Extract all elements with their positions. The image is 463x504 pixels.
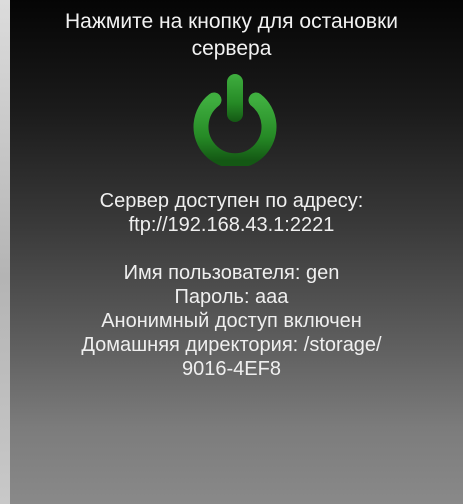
- home-directory-line-2: 9016-4EF8: [182, 358, 281, 380]
- anonymous-access-text: Анонимный доступ включен: [101, 310, 362, 332]
- server-info: Сервер доступен по адресу: ftp://192.168…: [0, 189, 463, 381]
- instruction-line-1: Нажмите на кнопку для остановки: [65, 10, 398, 33]
- instruction-line-2: сервера: [191, 37, 272, 60]
- username-text: Имя пользователя: gen: [123, 262, 340, 284]
- power-icon: [193, 74, 277, 166]
- home-directory-line-1: Домашняя директория: /storage/: [81, 334, 382, 356]
- power-button[interactable]: [190, 70, 280, 166]
- ftp-server-screen: Нажмите на кнопку для остановки сервера …: [0, 0, 463, 504]
- server-address-value: ftp://192.168.43.1:2221: [128, 214, 335, 236]
- server-address-label: Сервер доступен по адресу:: [99, 190, 364, 212]
- instruction-text: Нажмите на кнопку для остановки сервера: [0, 8, 463, 62]
- password-text: Пароль: aaa: [174, 286, 289, 308]
